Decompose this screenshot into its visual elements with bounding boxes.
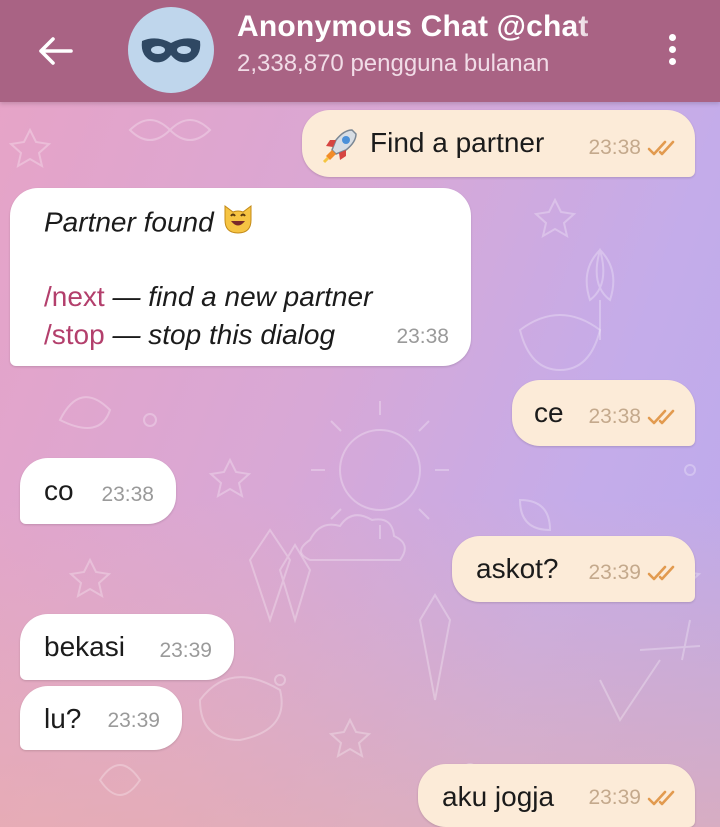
read-ticks-icon (647, 140, 675, 156)
message-text: ce (534, 397, 564, 428)
chat-header: Anonymous Chat @chat 2,338,870 pengguna … (0, 0, 720, 102)
more-vert-icon (668, 33, 676, 41)
chat-title: Anonymous Chat @chat (237, 10, 589, 43)
message-title: Partner found (44, 206, 214, 238)
message-meta: 23:39 (159, 632, 212, 670)
message-meta: 23:38 (588, 398, 681, 436)
stop-command-line: /stop — stop this dialog (44, 316, 335, 354)
message-time: 23:38 (101, 483, 154, 506)
message-time: 23:39 (107, 709, 160, 732)
message-bubble-incoming[interactable]: lu? 23:39 (20, 686, 182, 750)
message-meta: 23:39 (588, 554, 681, 592)
more-options-button[interactable] (652, 24, 692, 74)
mask-icon (141, 38, 201, 63)
message-time: 23:38 (588, 405, 641, 428)
next-command-line: /next — find a new partner (44, 278, 372, 316)
message-meta: 23:38 (588, 129, 681, 167)
message-time: 23:38 (396, 325, 449, 348)
message-meta: 23:38 (396, 318, 449, 356)
message-title-line: Partner found (44, 202, 255, 246)
next-command-link[interactable]: /next (44, 281, 105, 312)
message-meta: 23:39 (107, 702, 160, 740)
message-bubble-incoming[interactable]: co 23:38 (20, 458, 176, 524)
rocket-icon (322, 126, 360, 174)
message-time: 23:39 (159, 639, 212, 662)
message-bubble-incoming[interactable]: Partner found /next — find a new partner… (10, 188, 471, 366)
message-bubble-incoming[interactable]: bekasi 23:39 (20, 614, 234, 680)
message-meta: 23:38 (101, 476, 154, 514)
chat-avatar[interactable] (128, 7, 214, 93)
message-text: bekasi (44, 631, 125, 662)
message-text: aku jogja (442, 781, 555, 812)
read-ticks-icon (647, 409, 675, 425)
message-text: Find a partner (370, 127, 545, 158)
back-arrow-icon (39, 37, 73, 65)
message-bubble-outgoing[interactable]: aku jogja 23:39 (418, 764, 695, 827)
message-text: lu? (44, 703, 82, 734)
message-bubble-outgoing[interactable]: Find a partner 23:38 (302, 110, 695, 177)
message-time: 23:38 (588, 136, 641, 159)
chat-subtitle: 2,338,870 pengguna bulanan (237, 50, 550, 77)
smiling-cat-icon (221, 202, 255, 246)
message-text: askot? (476, 553, 559, 584)
message-meta: 23:39 (588, 779, 681, 817)
stop-command-link[interactable]: /stop (44, 319, 105, 350)
message-time: 23:39 (588, 786, 641, 809)
stop-command-description: — stop this dialog (104, 319, 336, 350)
message-bubble-outgoing[interactable]: askot? 23:39 (452, 536, 695, 602)
message-text: co (44, 475, 74, 506)
chat-title-block[interactable]: Anonymous Chat @chat 2,338,870 pengguna … (237, 10, 627, 78)
back-button[interactable] (30, 26, 80, 76)
next-command-description: — find a new partner (104, 281, 373, 312)
read-ticks-icon (647, 565, 675, 581)
message-bubble-outgoing[interactable]: ce 23:38 (512, 380, 695, 446)
message-time: 23:39 (588, 561, 641, 584)
read-ticks-icon (647, 790, 675, 806)
